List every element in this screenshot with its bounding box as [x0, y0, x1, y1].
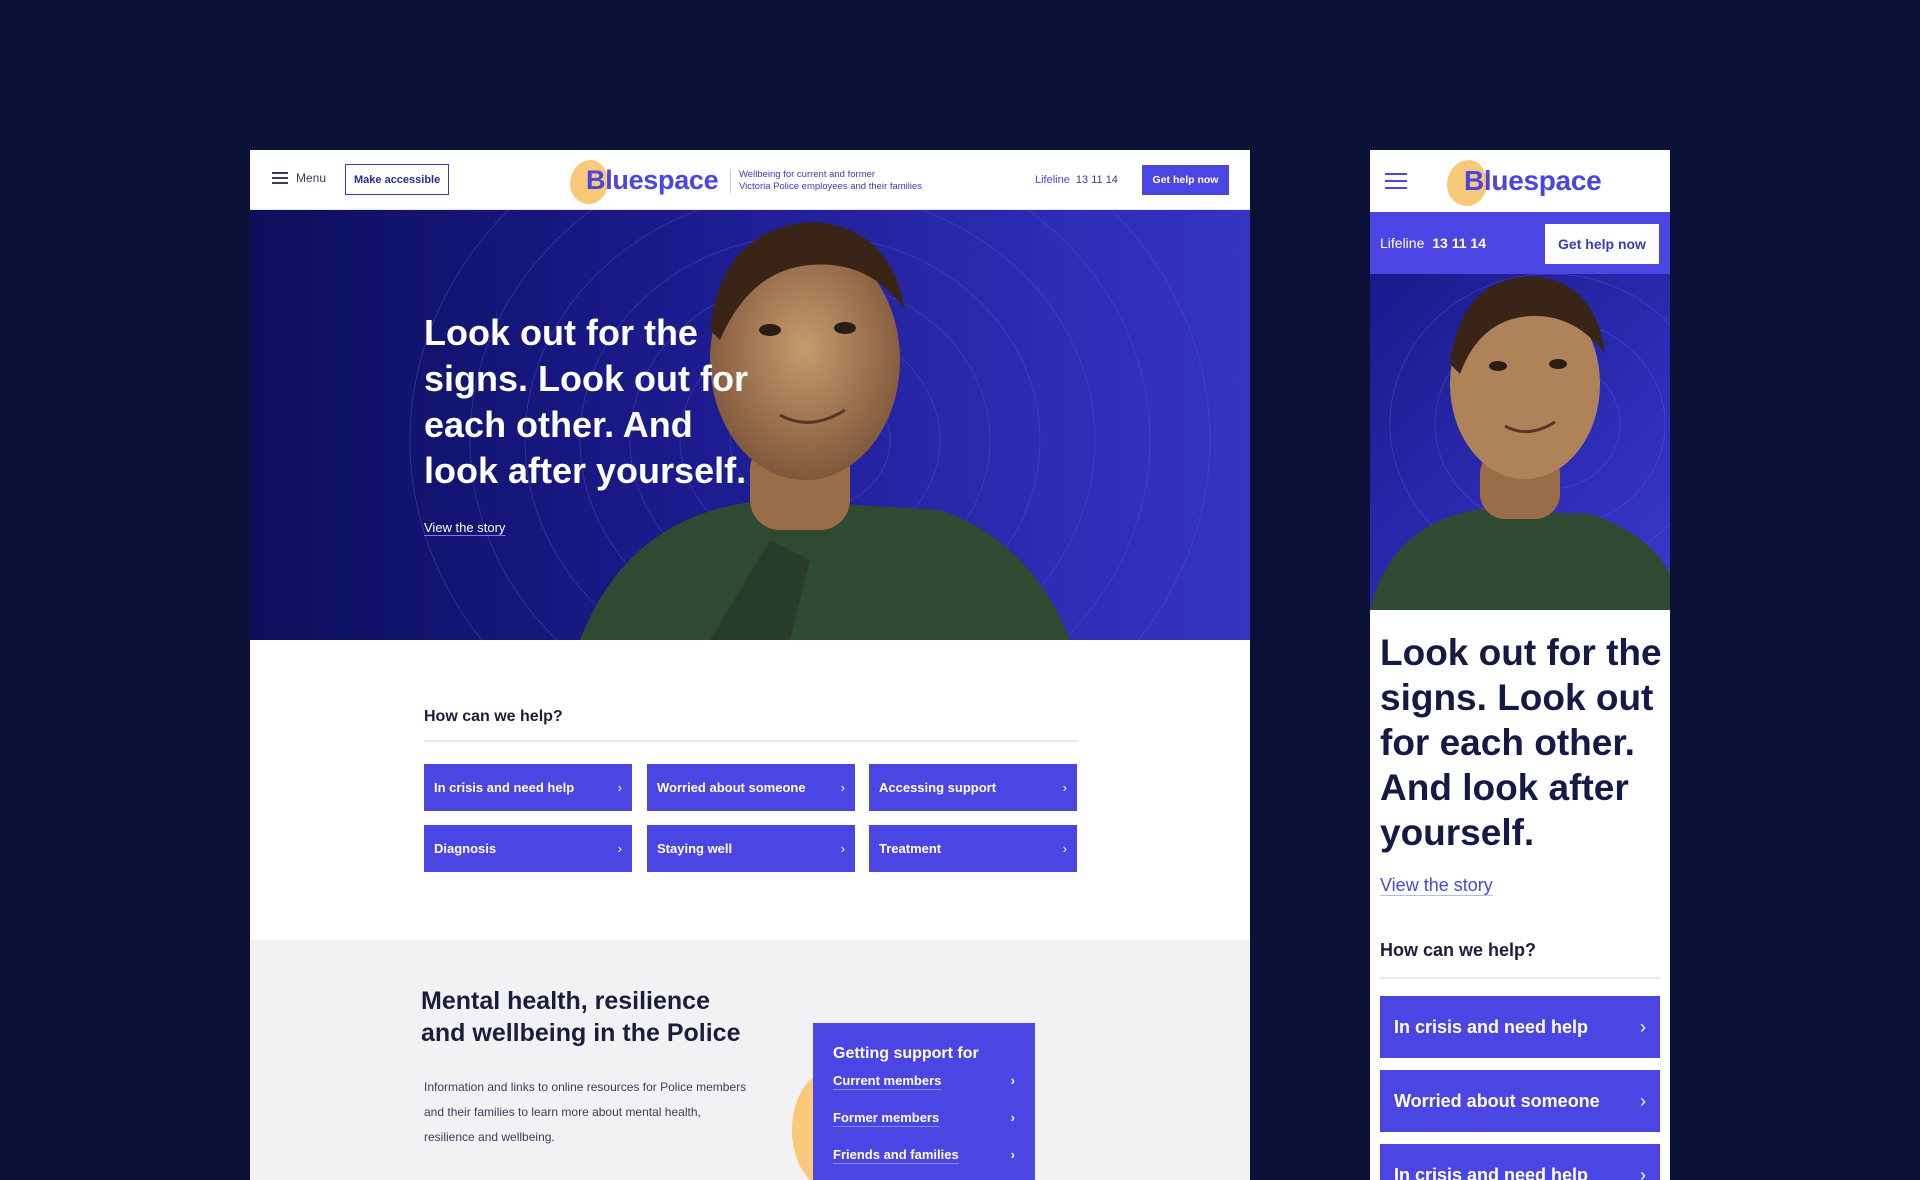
- get-help-now-button[interactable]: Get help now: [1142, 165, 1229, 195]
- tile-diagnosis[interactable]: Diagnosis ›: [424, 825, 632, 872]
- tile-crisis-repeat[interactable]: In crisis and need help ›: [1380, 1144, 1660, 1180]
- mental-health-body: Information and links to online resource…: [424, 1080, 747, 1144]
- lifeline-label: Lifeline: [1380, 235, 1425, 251]
- menu-label: Menu: [296, 171, 327, 185]
- hero-title: Look out for the signs. Look out for eac…: [1380, 632, 1662, 853]
- lifeline-link[interactable]: Lifeline 13 11 14: [1380, 235, 1486, 251]
- support-link-current[interactable]: Current members ›: [833, 1073, 1015, 1110]
- help-title: How can we help?: [424, 708, 563, 725]
- chevron-right-icon: ›: [1640, 1016, 1646, 1037]
- bluespace-logo[interactable]: Bluespace: [1447, 158, 1602, 206]
- chevron-right-icon: ›: [840, 780, 845, 795]
- chevron-right-icon: ›: [1010, 1073, 1015, 1088]
- hamburger-icon[interactable]: [1385, 173, 1407, 189]
- tile-label: Staying well: [657, 841, 733, 856]
- chevron-right-icon: ›: [1640, 1090, 1646, 1111]
- mobile-header: Bluespace: [1370, 150, 1670, 212]
- chevron-right-icon: ›: [840, 841, 845, 856]
- chevron-right-icon: ›: [1062, 780, 1067, 795]
- help-title: How can we help?: [1380, 940, 1537, 960]
- view-story-link[interactable]: View the story: [424, 520, 505, 535]
- tagline-line-1: Wellbeing for current and former: [739, 169, 876, 180]
- make-accessible-button[interactable]: Make accessible: [345, 164, 450, 195]
- site-header: Menu Make accessible Bluespace Wellbeing…: [250, 150, 1250, 210]
- hero-title: Look out for the signs. Look out for eac…: [424, 312, 748, 491]
- tile-crisis[interactable]: In crisis and need help ›: [424, 764, 632, 811]
- tile-label: Diagnosis: [434, 841, 497, 856]
- tile-worried[interactable]: Worried about someone ›: [1380, 1070, 1660, 1132]
- tile-label: Accessing support: [879, 780, 997, 795]
- chevron-right-icon: ›: [1062, 841, 1067, 856]
- lifeline-label: Lifeline: [1035, 174, 1070, 186]
- chevron-right-icon: ›: [1010, 1110, 1015, 1125]
- getting-support-card: Getting support for Current members › Fo…: [813, 1023, 1035, 1180]
- menu-button[interactable]: Menu: [272, 171, 326, 185]
- lifeline-number: 13 11 14: [1075, 174, 1118, 186]
- view-story-link[interactable]: View the story: [1380, 875, 1493, 896]
- get-help-now-button[interactable]: Get help now: [1545, 224, 1659, 264]
- lifeline-link[interactable]: Lifeline 13 11 14: [1035, 174, 1118, 186]
- tile-worried[interactable]: Worried about someone ›: [647, 764, 855, 811]
- desktop-frame: Menu Make accessible Bluespace Wellbeing…: [250, 150, 1250, 1180]
- tile-label: In crisis and need help: [434, 780, 575, 795]
- support-link-friends-families[interactable]: Friends and families ›: [833, 1147, 1015, 1180]
- tile-label: Treatment: [879, 841, 942, 856]
- hamburger-icon: [272, 172, 288, 184]
- mobile-hero-image: [1370, 274, 1670, 610]
- chevron-right-icon: ›: [617, 841, 622, 856]
- lifeline-number: 13 11 14: [1432, 235, 1486, 251]
- tile-label: Worried about someone: [657, 780, 806, 795]
- tagline-line-2: Victoria Police employees and their fami…: [739, 181, 923, 192]
- support-title: Getting support for: [833, 1045, 979, 1062]
- support-link-former[interactable]: Former members ›: [833, 1110, 1015, 1147]
- tile-crisis[interactable]: In crisis and need help ›: [1380, 996, 1660, 1058]
- support-link-label: Friends and families: [833, 1147, 959, 1162]
- tile-label: In crisis and need help: [1394, 1164, 1589, 1180]
- logo-text: Bluespace: [586, 164, 719, 195]
- mobile-frame: Bluespace Lifeline 13 11 14 Get help now…: [1370, 150, 1670, 1180]
- how-can-we-help-section: How can we help? In crisis and need help…: [250, 640, 1250, 940]
- tagline: Wellbeing for current and former Victori…: [730, 169, 922, 193]
- bluespace-logo[interactable]: Bluespace: [570, 158, 719, 204]
- divider: [1380, 977, 1660, 979]
- hero-banner: Look out for the signs. Look out for eac…: [250, 210, 1250, 640]
- hero-portrait: [1370, 274, 1670, 610]
- tile-staying-well[interactable]: Staying well ›: [647, 825, 855, 872]
- tile-accessing-support[interactable]: Accessing support ›: [869, 764, 1077, 811]
- chevron-right-icon: ›: [1640, 1164, 1646, 1180]
- lifeline-bar: Lifeline 13 11 14 Get help now: [1370, 212, 1670, 274]
- tile-label: In crisis and need help: [1394, 1016, 1589, 1037]
- tile-label: Worried about someone: [1394, 1090, 1600, 1111]
- mental-health-title: Mental health, resilience and wellbeing …: [421, 987, 741, 1047]
- support-link-label: Former members: [833, 1110, 940, 1125]
- tile-treatment[interactable]: Treatment ›: [869, 825, 1077, 872]
- logo-text: Bluespace: [1464, 165, 1602, 196]
- divider: [424, 740, 1078, 742]
- mental-health-section: Mental health, resilience and wellbeing …: [250, 940, 1250, 1180]
- chevron-right-icon: ›: [617, 780, 622, 795]
- support-link-label: Current members: [833, 1073, 942, 1088]
- chevron-right-icon: ›: [1010, 1147, 1015, 1162]
